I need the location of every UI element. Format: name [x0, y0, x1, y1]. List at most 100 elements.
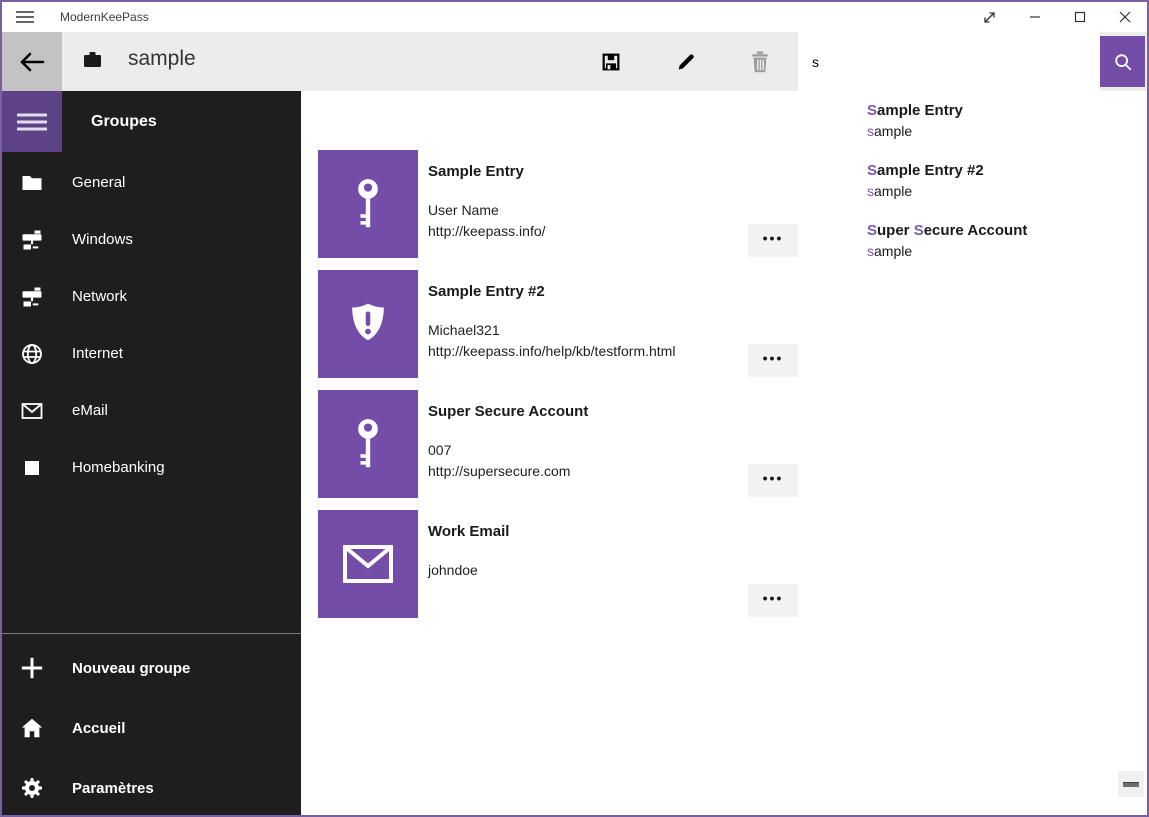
entry-title: Work Email: [428, 523, 509, 540]
sidebar-item-general[interactable]: General: [2, 154, 301, 211]
minimize-button[interactable]: [1012, 2, 1057, 32]
delete-button[interactable]: [736, 32, 784, 91]
titlebar: ModernKeePass: [2, 2, 1147, 32]
envelope-icon: [20, 399, 44, 423]
sidebar-item-label: General: [72, 174, 125, 191]
groups-heading: Groupes: [91, 91, 157, 152]
semantic-zoom-out-button[interactable]: [1118, 771, 1144, 797]
suggestion-sample-entry-2[interactable]: Sample Entry #2 sample: [850, 157, 1147, 217]
sidebar-item-label: Network: [72, 288, 127, 305]
folder-icon: [20, 171, 44, 195]
sidebar-item-home[interactable]: Accueil: [2, 698, 301, 758]
entry-text: Super Secure Account 007 http://supersec…: [418, 390, 588, 498]
hamburger-icon: [16, 10, 34, 24]
entry-text: Sample Entry #2 Michael321 http://keepas…: [418, 270, 675, 378]
briefcase-icon: [84, 52, 101, 67]
pencil-icon: [675, 51, 697, 73]
sidebar-item-label: Homebanking: [72, 459, 165, 476]
envelope-icon: [342, 544, 394, 584]
sidebar-separator: [2, 633, 301, 634]
entry-username: johndoe: [428, 560, 509, 581]
entry-more-button[interactable]: •••: [748, 224, 798, 257]
hamburger-icon: [17, 113, 47, 131]
entry-tile: [318, 390, 418, 498]
close-button[interactable]: [1102, 2, 1147, 32]
suggestion-super-secure-account[interactable]: Super Secure Account sample: [850, 217, 1147, 277]
edit-button[interactable]: [662, 32, 710, 91]
entry-url: http://supersecure.com: [428, 461, 588, 482]
search-go-button[interactable]: [1100, 36, 1145, 87]
search-icon: [1113, 52, 1133, 72]
square-icon: [20, 456, 44, 480]
app-window: ModernKeePass: [0, 0, 1149, 817]
minus-icon: [1123, 782, 1139, 787]
search-input[interactable]: [798, 32, 1100, 91]
entry-text: Sample Entry User Name http://keepass.in…: [418, 150, 546, 258]
titlebar-menu-button[interactable]: [2, 2, 48, 32]
trash-icon: [750, 51, 770, 73]
home-icon: [20, 716, 44, 740]
database-name: sample: [128, 47, 196, 71]
key-icon: [351, 418, 385, 470]
sidebar-actions: Nouveau groupe Accueil Paramètres: [2, 638, 301, 817]
sidebar-menu-button[interactable]: [2, 91, 62, 152]
group-list: General Windows Network Internet: [2, 154, 301, 496]
sidebar-item-new-group[interactable]: Nouveau groupe: [2, 638, 301, 698]
save-button[interactable]: [587, 32, 635, 91]
key-icon: [351, 178, 385, 230]
entry-sample-entry-2[interactable]: Sample Entry #2 Michael321 http://keepas…: [318, 270, 798, 378]
sidebar-item-homebanking[interactable]: Homebanking: [2, 439, 301, 496]
sidebar-item-windows[interactable]: Windows: [2, 211, 301, 268]
maximize-button[interactable]: [1057, 2, 1102, 32]
entry-work-email[interactable]: Work Email johndoe •••: [318, 510, 798, 618]
entry-title: Sample Entry #2: [428, 283, 675, 300]
back-arrow-icon: [19, 51, 45, 73]
entry-url: http://keepass.info/help/kb/testform.htm…: [428, 341, 675, 362]
expand-button[interactable]: [967, 2, 1012, 32]
back-button[interactable]: [2, 32, 62, 91]
entry-tile: [318, 510, 418, 618]
entry-more-button[interactable]: •••: [748, 344, 798, 377]
entry-username: Michael321: [428, 320, 675, 341]
entry-super-secure-account[interactable]: Super Secure Account 007 http://supersec…: [318, 390, 798, 498]
gear-icon: [20, 776, 44, 800]
save-icon: [600, 51, 622, 73]
sidebar-item-label: eMail: [72, 402, 108, 419]
header: sample: [2, 32, 1147, 91]
minimize-icon: [1029, 11, 1041, 23]
entry-title: Sample Entry: [428, 163, 546, 180]
entry-text: Work Email johndoe: [418, 510, 509, 618]
suggestion-group: sample: [867, 181, 1147, 201]
sidebar-item-label: Nouveau groupe: [72, 660, 190, 677]
sidebar-item-internet[interactable]: Internet: [2, 325, 301, 382]
entry-username: 007: [428, 440, 588, 461]
entry-tile: [318, 150, 418, 258]
close-icon: [1119, 11, 1131, 23]
entry-username: User Name: [428, 200, 546, 221]
suggestion-group: sample: [867, 121, 1147, 141]
sidebar-item-label: Internet: [72, 345, 123, 362]
app-title: ModernKeePass: [60, 10, 149, 24]
globe-icon: [20, 342, 44, 366]
entry-sample-entry[interactable]: Sample Entry User Name http://keepass.in…: [318, 150, 798, 258]
sidebar-item-email[interactable]: eMail: [2, 382, 301, 439]
network-pc-icon: [20, 285, 44, 309]
entry-list: Sample Entry User Name http://keepass.in…: [318, 150, 798, 630]
network-pc-icon: [20, 228, 44, 252]
suggestion-title: Sample Entry #2: [867, 161, 1147, 181]
entry-tile: [318, 270, 418, 378]
search-suggestions: Sample Entry sample Sample Entry #2 samp…: [850, 91, 1147, 277]
plus-icon: [20, 656, 44, 680]
window-controls: [967, 2, 1147, 32]
entry-more-button[interactable]: •••: [748, 464, 798, 497]
suggestion-sample-entry[interactable]: Sample Entry sample: [850, 97, 1147, 157]
suggestion-title: Super Secure Account: [867, 221, 1147, 241]
entry-more-button[interactable]: •••: [748, 584, 798, 617]
suggestion-group: sample: [867, 241, 1147, 261]
entry-title: Super Secure Account: [428, 403, 588, 420]
sidebar-item-label: Windows: [72, 231, 133, 248]
shield-exclamation-icon: [343, 299, 393, 349]
entry-url: http://keepass.info/: [428, 221, 546, 242]
sidebar-item-settings[interactable]: Paramètres: [2, 758, 301, 817]
sidebar-item-network[interactable]: Network: [2, 268, 301, 325]
